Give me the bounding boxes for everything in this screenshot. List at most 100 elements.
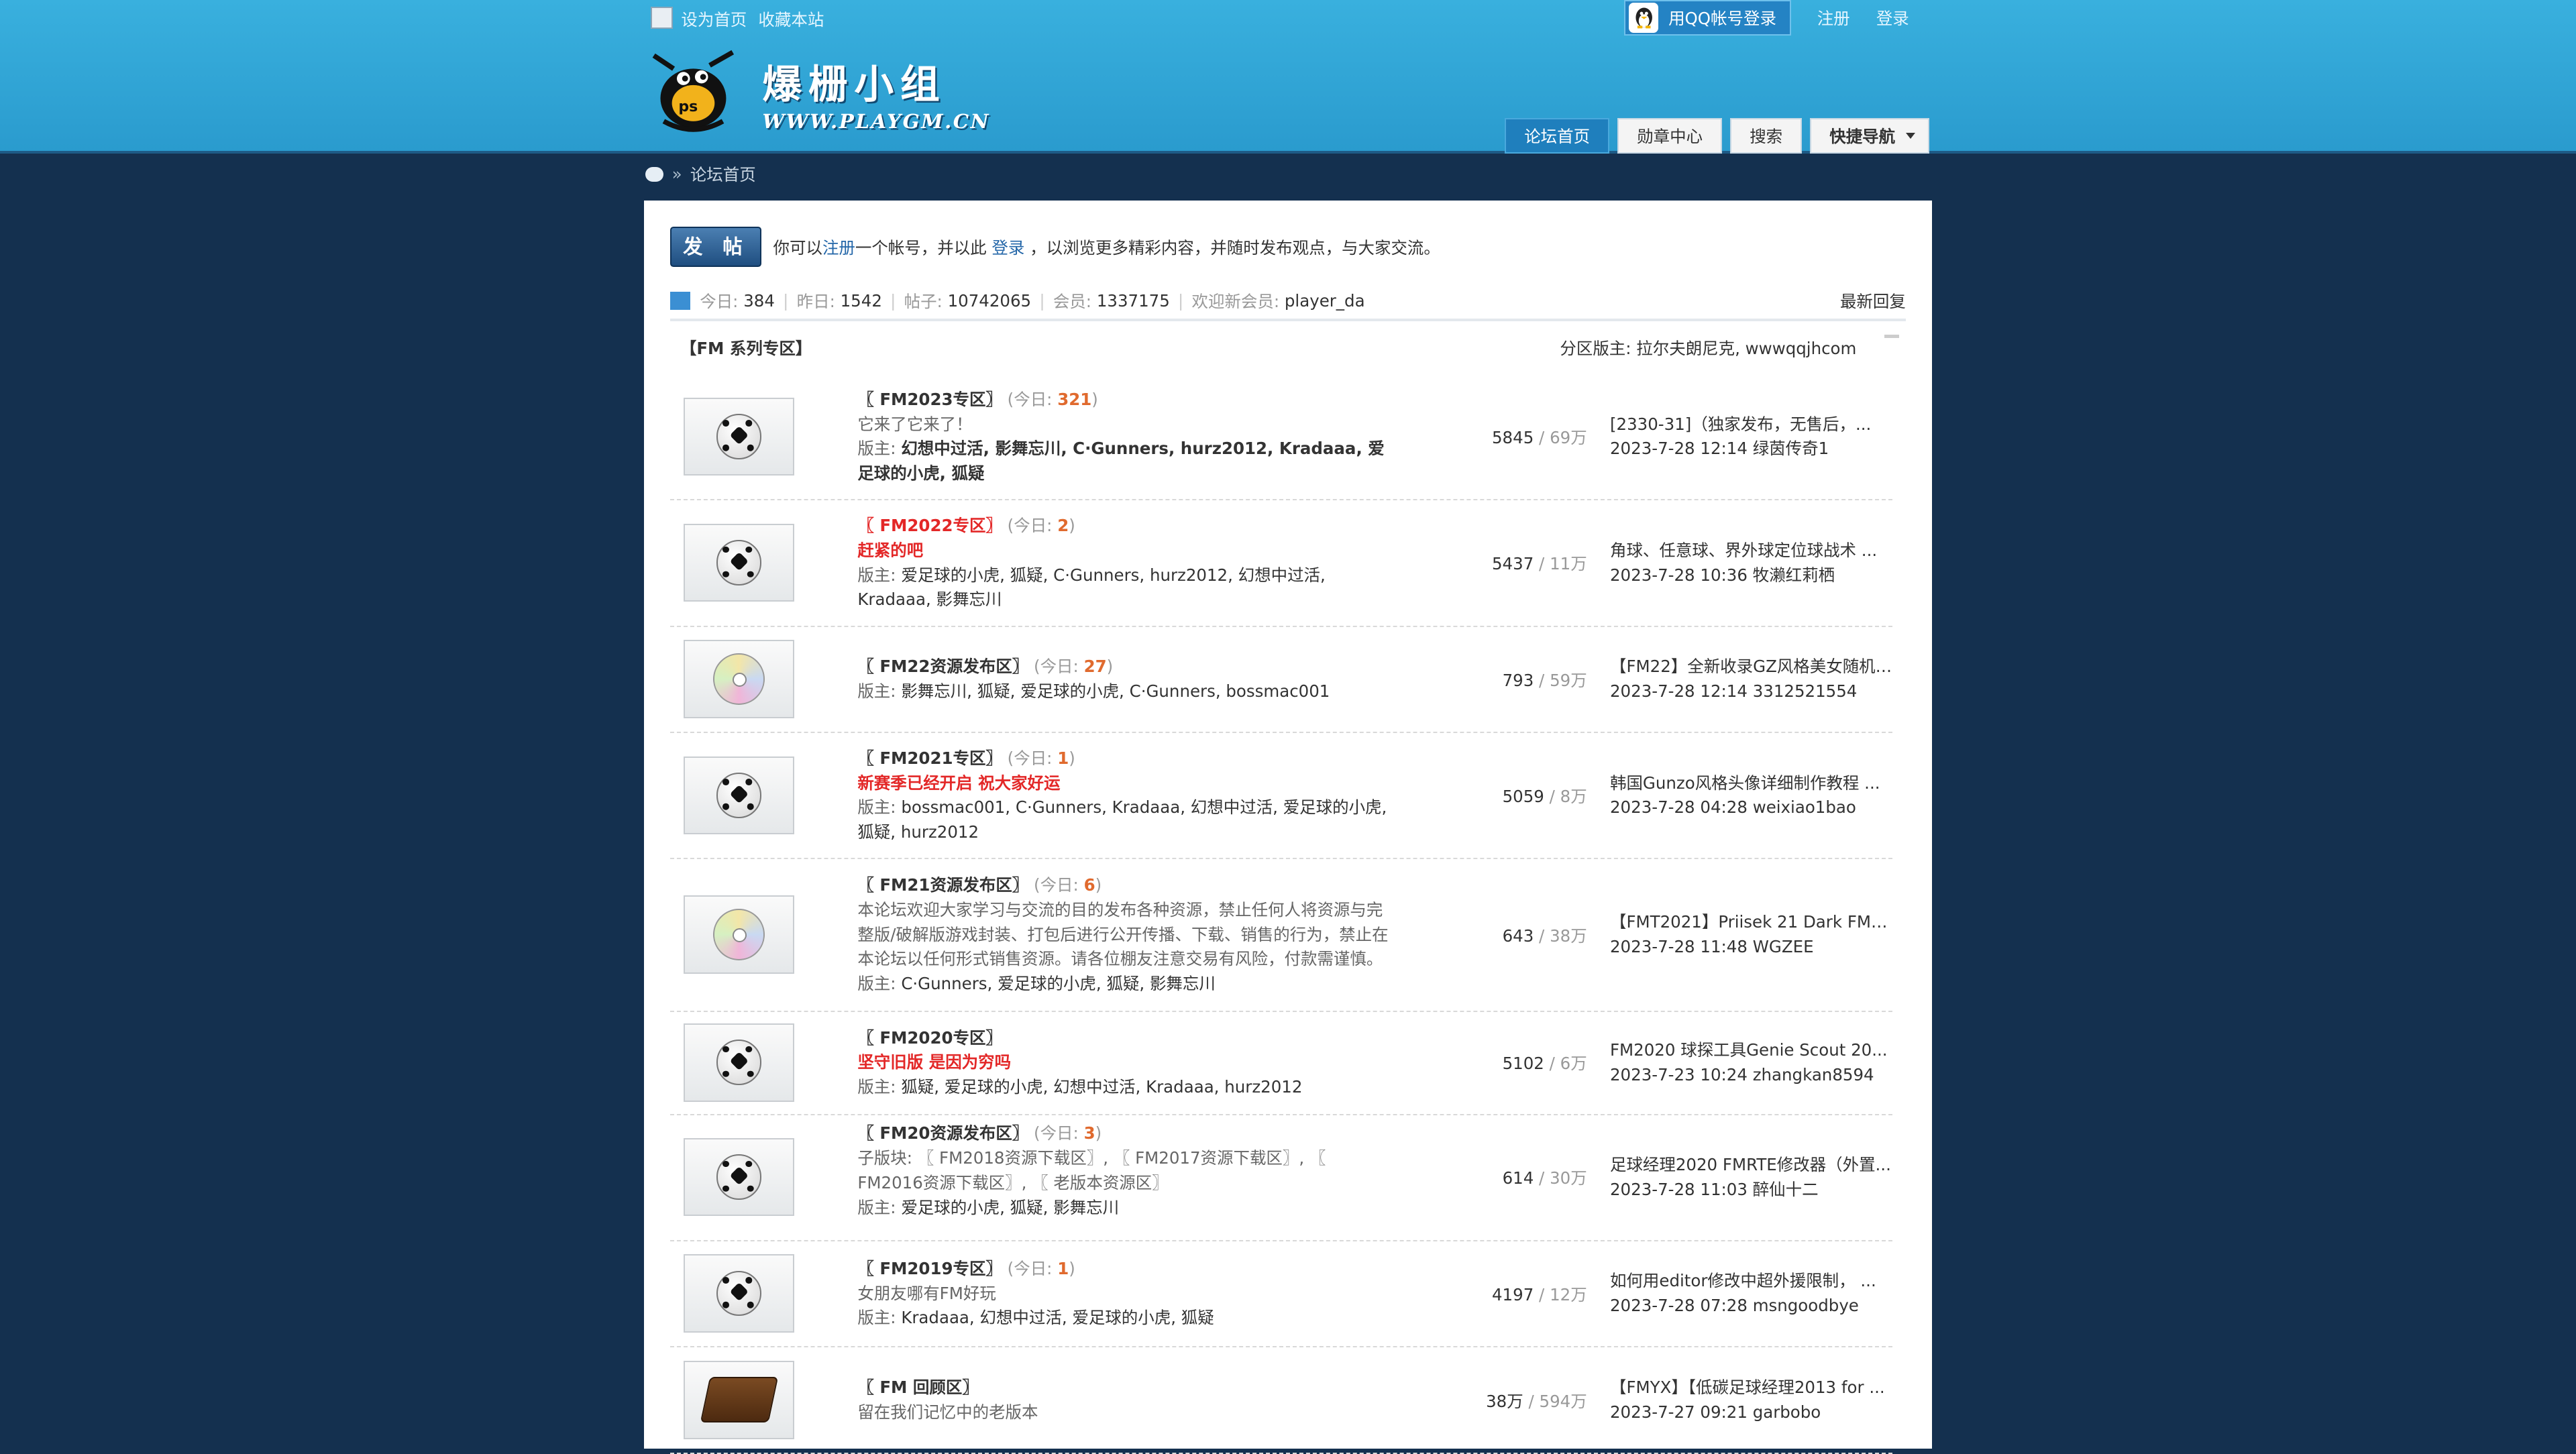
forum-thumbnail[interactable] — [683, 895, 795, 974]
forum-stats: 今日: 384 | 昨日: 1542 | 帖子: 10742065 | 会员: … — [670, 289, 1906, 313]
last-post-subject[interactable]: 角球、任意球、界外球定位球战术 ... — [1610, 539, 1892, 563]
forum-info: 〖 FM22资源发布区〗 (今日: 27) 版主: 影舞忘川, 狐疑, 爱足球的小… — [857, 655, 1389, 704]
forum-today-count: (今日: 1) — [1002, 748, 1075, 768]
stats-yesterday: 1542 — [840, 291, 882, 311]
forum-counts: 38万 / 594万 — [1486, 1391, 1587, 1411]
last-post-meta: 2023-7-28 07:28 msngoodbye — [1609, 1296, 1859, 1316]
soccer-ball-icon — [716, 1270, 762, 1317]
post-bar: 发 帖 你可以注册一个帐号，并以此 登录 ，以浏览更多精彩内容，并随时发布观点，… — [670, 226, 1440, 268]
forum-title[interactable]: 〖 FM21资源发布区〗 — [857, 875, 1028, 895]
breadcrumb-separator: » — [672, 164, 682, 184]
forum-thumbnail[interactable] — [683, 640, 795, 718]
guest-notice-mid: 一个帐号，并以此 — [855, 237, 987, 258]
forum-description: 它来了它来了！ — [857, 414, 973, 434]
stats-today: 384 — [743, 291, 775, 311]
forum-info: 〖 FM20资源发布区〗 (今日: 3) 子版块: 〖 FM2018资源下载区〗,… — [857, 1121, 1389, 1220]
forum-row: 〖 FM2020专区〗 坚守旧版 是因为穷吗 版主: 狐疑, 爱足球的小虎, 幻想中… — [670, 1012, 1893, 1115]
forum-moderator-names[interactable]: C·Gunners, 爱足球的小虎, 狐疑, 影舞忘川 — [901, 974, 1216, 993]
notice-login-link[interactable]: 登录 — [991, 238, 1024, 258]
tab-medal-center[interactable]: 勋章中心 — [1617, 118, 1723, 154]
last-post-meta: 2023-7-28 12:14 3312521554 — [1609, 681, 1858, 701]
login-link[interactable]: 登录 — [1876, 6, 1909, 30]
forum-thumbnail[interactable] — [683, 397, 795, 476]
forum-title[interactable]: 〖 FM2020专区〗 — [857, 1028, 1002, 1048]
forum-moderator-names[interactable]: 影舞忘川, 狐疑, 爱足球的小虎, C·Gunners, bossmac001 — [901, 681, 1330, 701]
forum-row: 〖 FM 回顾区〗 留在我们记忆中的老版本 38万 / 594万 【FMYX】【低碳足… — [670, 1347, 1893, 1454]
forum-title[interactable]: 〖 FM20资源发布区〗 — [857, 1123, 1028, 1143]
forum-counts: 4197 / 12万 — [1491, 1284, 1587, 1304]
forum-title[interactable]: 〖 FM2021专区〗 — [857, 748, 1002, 768]
forum-row: 〖 FM2021专区〗 (今日: 1) 新赛季已经开启 祝大家好运 版主: boss… — [670, 733, 1893, 860]
set-home-link[interactable]: 设为首页 — [681, 10, 747, 30]
bookmark-link[interactable]: 收藏本站 — [758, 10, 824, 30]
forum-title-line: 〖 FM2022专区〗 (今日: 2) — [857, 514, 1389, 539]
forum-moderators: 版主: 影舞忘川, 狐疑, 爱足球的小虎, C·Gunners, bossmac… — [857, 681, 1330, 701]
forum-today-count: (今日: 321) — [1002, 389, 1098, 409]
new-post-button[interactable]: 发 帖 — [670, 226, 762, 268]
last-post-subject[interactable]: 韩国Gunzo风格头像详细制作教程 ... — [1610, 771, 1892, 796]
breadcrumb-current[interactable]: 论坛首页 — [690, 162, 756, 186]
forum-moderator-names[interactable]: Kradaaa, 幻想中过活, 爱足球的小虎, 狐疑 — [901, 1308, 1214, 1327]
category-header: 【FM 系列专区】 分区版主: 拉尔夫朗尼克, wwwqqjhcom — [670, 319, 1906, 368]
forum-moderator-names[interactable]: bossmac001, C·Gunners, Kradaaa, 幻想中过活, 爱… — [857, 797, 1387, 842]
forum-thumbnail[interactable] — [683, 1254, 795, 1333]
stats-members-label: 会员: — [1053, 292, 1092, 311]
forum-description: 赶紧的吧 — [857, 540, 924, 560]
forum-moderator-names[interactable]: 幻想中过活, 影舞忘川, C·Gunners, hurz2012, Kradaa… — [857, 439, 1384, 483]
forum-info: 〖 FM2019专区〗 (今日: 1) 女朋友哪有FM好玩 版主: Kradaaa,… — [857, 1257, 1389, 1331]
register-link[interactable]: 注册 — [1817, 6, 1850, 30]
forum-thumbnail[interactable] — [683, 1023, 795, 1102]
collapse-icon[interactable] — [1884, 334, 1900, 338]
forum-info: 〖 FM2023专区〗 (今日: 321) 它来了它来了！ 版主: 幻想中过活, 影… — [857, 388, 1389, 486]
last-post-subject[interactable]: 如何用editor修改中超外援限制， ... — [1610, 1269, 1892, 1294]
last-post-subject[interactable]: 【FMYX】【低碳足球经理2013 for ... — [1610, 1376, 1892, 1400]
last-post-subject[interactable]: [2330-31]（独家发布，无售后，... — [1610, 412, 1892, 437]
forum-last-post: 【FMYX】【低碳足球经理2013 for ... 2023-7-27 09:21… — [1610, 1376, 1892, 1424]
forum-title[interactable]: 〖 FM2019专区〗 — [857, 1259, 1002, 1278]
forum-moderators: 版主: C·Gunners, 爱足球的小虎, 狐疑, 影舞忘川 — [857, 974, 1216, 994]
last-post-meta: 2023-7-23 10:24 zhangkan8594 — [1609, 1064, 1874, 1084]
forum-moderator-names[interactable]: 爱足球的小虎, 狐疑, 影舞忘川 — [901, 1198, 1119, 1217]
forum-title[interactable]: 〖 FM2022专区〗 — [857, 516, 1002, 535]
forum-last-post: 【FMT2021】Priisek 21 Dark FMT... 2023-7-28… — [1610, 910, 1892, 959]
forum-moderator-names[interactable]: 爱足球的小虎, 狐疑, C·Gunners, hurz2012, 幻想中过活, … — [857, 565, 1325, 610]
main-content: 发 帖 你可以注册一个帐号，并以此 登录 ，以浏览更多精彩内容，并随时发布观点，… — [644, 200, 1933, 1454]
forum-title[interactable]: 〖 FM2023专区〗 — [857, 390, 1002, 409]
breadcrumb: » 论坛首页 — [645, 162, 756, 186]
forum-title[interactable]: 〖 FM22资源发布区〗 — [857, 657, 1028, 676]
last-post-meta: 2023-7-28 10:36 牧濑红莉栖 — [1609, 565, 1835, 585]
tab-search[interactable]: 搜索 — [1730, 118, 1803, 154]
forum-moderator-names[interactable]: 狐疑, 爱足球的小虎, 幻想中过活, Kradaaa, hurz2012 — [901, 1077, 1302, 1097]
last-post-subject[interactable]: 【FMT2021】Priisek 21 Dark FMT... — [1610, 910, 1892, 935]
category-moderators: 分区版主: 拉尔夫朗尼克, wwwqqjhcom — [1560, 336, 1856, 359]
dvd-disc-icon — [712, 653, 765, 706]
category-moderators-names[interactable]: 拉尔夫朗尼克, wwwqqjhcom — [1636, 339, 1856, 358]
notice-register-link[interactable]: 注册 — [822, 238, 855, 258]
forum-thumbnail[interactable] — [683, 756, 795, 835]
stats-chart-icon — [670, 292, 690, 310]
last-post-subject[interactable]: FM2020 球探工具Genie Scout 20... — [1610, 1038, 1892, 1063]
last-post-meta: 2023-7-28 11:48 WGZEE — [1609, 937, 1814, 957]
quick-nav-dropdown[interactable]: 快捷导航 — [1810, 118, 1930, 154]
qq-login-button[interactable]: 用QQ帐号登录 — [1624, 0, 1791, 36]
latest-reply-link[interactable]: 最新回复 — [1840, 289, 1906, 313]
forum-today-count: (今日: 6) — [1028, 875, 1102, 895]
forum-row: 〖 FM2023专区〗 (今日: 321) 它来了它来了！ 版主: 幻想中过活, 影… — [670, 374, 1893, 501]
last-post-subject[interactable]: 足球经理2020 FMRTE修改器（外置... — [1610, 1153, 1892, 1178]
forum-last-post: 【FM22】全新收录GZ风格美女随机 ... 2023-7-28 12:14 33… — [1610, 655, 1892, 704]
book-icon — [700, 1377, 778, 1423]
last-post-subject[interactable]: 【FM22】全新收录GZ风格美女随机 ... — [1610, 655, 1892, 679]
forum-thumbnail[interactable] — [683, 523, 795, 602]
soccer-ball-icon — [716, 773, 762, 818]
tab-forum-home[interactable]: 论坛首页 — [1505, 118, 1610, 154]
forum-thumbnail[interactable] — [683, 1137, 795, 1217]
stats-newest-member[interactable]: player_da — [1285, 291, 1365, 311]
category-title[interactable]: 【FM 系列专区】 — [680, 336, 812, 359]
soccer-ball-icon — [716, 1154, 762, 1200]
site-logo[interactable]: ps 爆栅小组 WWW.PLAYGM.CN — [644, 49, 988, 137]
forum-title[interactable]: 〖 FM 回顾区〗 — [857, 1378, 978, 1397]
forum-title-line: 〖 FM2023专区〗 (今日: 321) — [857, 388, 1389, 412]
forum-thumbnail[interactable] — [683, 1360, 795, 1439]
forum-moderators: 版主: bossmac001, C·Gunners, Kradaaa, 幻想中过… — [857, 797, 1387, 842]
last-post-meta: 2023-7-28 11:03 醉仙十二 — [1609, 1179, 1819, 1199]
